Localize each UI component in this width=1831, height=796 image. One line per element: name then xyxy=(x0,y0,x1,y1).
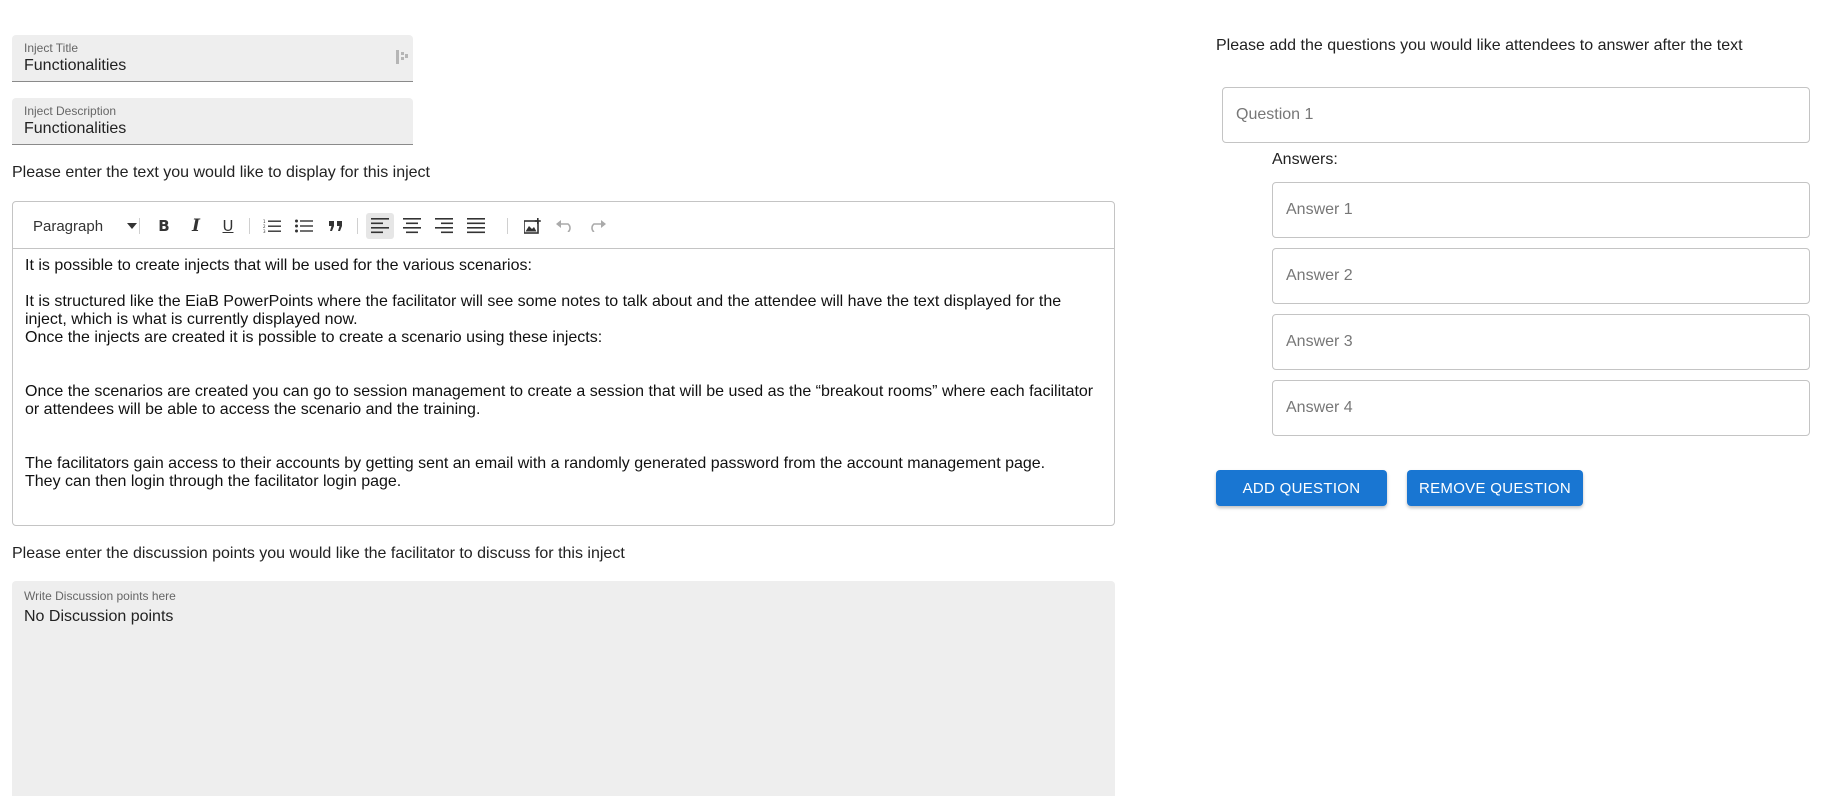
align-justify-icon xyxy=(467,218,485,234)
align-left-button[interactable] xyxy=(366,213,394,239)
align-right-button[interactable] xyxy=(430,213,458,239)
answer-3-input[interactable] xyxy=(1272,314,1810,370)
align-center-button[interactable] xyxy=(398,213,426,239)
remove-question-button[interactable]: REMOVE QUESTION xyxy=(1407,470,1583,506)
grammar-checker-icon[interactable] xyxy=(395,49,409,65)
underline-button[interactable]: U xyxy=(214,213,242,239)
toolbar-divider xyxy=(139,218,140,234)
numbered-list-icon: 1 2 3 xyxy=(263,219,281,233)
editor-paragraph: The facilitators gain access to their ac… xyxy=(25,455,1046,472)
answer-4-input[interactable] xyxy=(1272,380,1810,436)
toolbar-divider xyxy=(249,218,250,234)
undo-icon xyxy=(556,220,571,232)
editor-paragraph: They can then login through the facilita… xyxy=(25,473,402,490)
bold-icon: B xyxy=(158,217,170,235)
question-1-input[interactable] xyxy=(1222,87,1810,143)
text-prompt: Please enter the text you would like to … xyxy=(12,164,430,181)
insert-image-button[interactable] xyxy=(519,213,547,239)
questions-prompt: Please add the questions you would like … xyxy=(1216,37,1743,54)
italic-button[interactable]: I xyxy=(182,213,210,239)
inject-title-field[interactable]: Inject Title Functionalities xyxy=(12,35,413,82)
rich-text-editor[interactable]: Paragraph B I U 1 2 3 It is possible to … xyxy=(12,201,1115,526)
toolbar-divider xyxy=(507,218,508,234)
editor-paragraph: It is possible to create injects that wi… xyxy=(25,257,532,274)
editor-paragraph: Once the scenarios are created you can g… xyxy=(25,383,1094,418)
inject-description-label: Inject Description xyxy=(24,104,117,118)
add-question-button[interactable]: ADD QUESTION xyxy=(1216,470,1387,506)
editor-content[interactable]: It is possible to create injects that wi… xyxy=(25,257,1102,491)
insert-image-icon xyxy=(524,218,541,234)
undo-button[interactable] xyxy=(551,213,579,239)
toolbar-divider xyxy=(357,218,358,234)
editor-paragraph: It is structured like the EiaB PowerPoin… xyxy=(25,293,1062,328)
align-left-icon xyxy=(371,218,389,234)
discussion-prompt: Please enter the discussion points you w… xyxy=(12,545,625,562)
blockquote-icon xyxy=(329,221,342,231)
caret-down-icon xyxy=(127,223,137,229)
bold-button[interactable]: B xyxy=(150,213,178,239)
align-center-icon xyxy=(403,218,421,234)
redo-button[interactable] xyxy=(583,213,611,239)
align-justify-button[interactable] xyxy=(462,213,490,239)
blockquote-button[interactable] xyxy=(322,213,350,239)
italic-icon: I xyxy=(192,216,200,236)
redo-icon xyxy=(591,220,606,232)
bulleted-list-icon xyxy=(295,219,313,233)
inject-description-value[interactable]: Functionalities xyxy=(24,120,126,138)
bulleted-list-button[interactable] xyxy=(290,213,318,239)
numbered-list-button[interactable]: 1 2 3 xyxy=(258,213,286,239)
underline-icon: U xyxy=(222,217,234,235)
answer-2-input[interactable] xyxy=(1272,248,1810,304)
paragraph-style-label: Paragraph xyxy=(33,217,104,235)
editor-paragraph: Once the injects are created it is possi… xyxy=(25,329,603,346)
inject-title-label: Inject Title xyxy=(24,41,79,55)
editor-toolbar: Paragraph B I U 1 2 3 xyxy=(13,202,1114,249)
answers-label: Answers: xyxy=(1272,151,1338,168)
inject-description-field[interactable]: Inject Description Functionalities xyxy=(12,98,413,145)
align-right-icon xyxy=(435,218,453,234)
discussion-points-field[interactable]: Write Discussion points here No Discussi… xyxy=(12,581,1115,796)
paragraph-style-dropdown[interactable]: Paragraph xyxy=(33,213,143,239)
svg-text:3: 3 xyxy=(263,229,266,233)
discussion-points-value[interactable]: No Discussion points xyxy=(24,608,173,626)
inject-title-value[interactable]: Functionalities xyxy=(24,57,126,75)
answer-1-input[interactable] xyxy=(1272,182,1810,238)
discussion-points-label: Write Discussion points here xyxy=(24,589,176,603)
